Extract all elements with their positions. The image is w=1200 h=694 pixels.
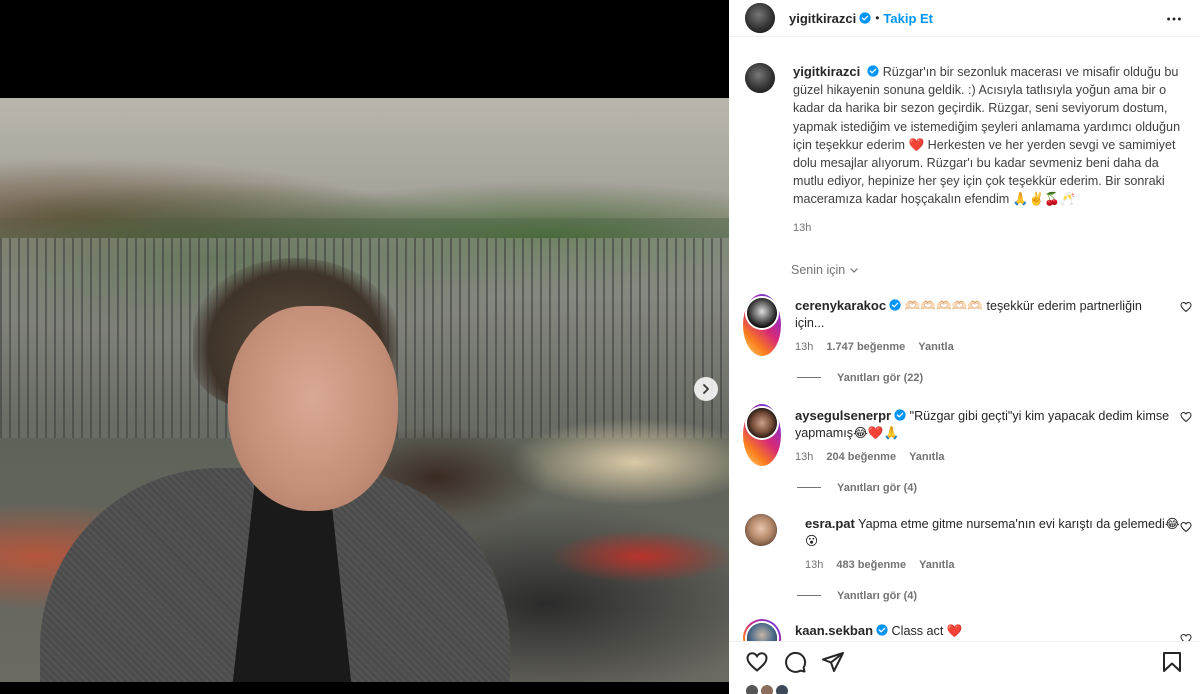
commenter-username[interactable]: esra.pat — [805, 516, 855, 531]
post-photo[interactable] — [0, 98, 729, 682]
comment-item: kaan.sekban Class act ❤️ — [729, 618, 1200, 641]
post-caption: yigitkirazci Rüzgar'ın bir sezonluk mace… — [729, 51, 1200, 237]
liker-avatar — [775, 684, 789, 694]
view-replies-label: Yanıtları gör (4) — [837, 481, 918, 494]
view-replies-button[interactable]: Yanıtları gör (22) — [729, 372, 1200, 384]
next-media-button[interactable] — [694, 377, 718, 401]
comment-time[interactable]: 13h — [795, 339, 813, 356]
commenter-avatar — [745, 405, 779, 440]
heart-outline-icon[interactable] — [1180, 411, 1192, 423]
verified-badge-icon — [876, 624, 888, 636]
comment-item: esra.pat Yapma etme gitme nursema'nın ev… — [729, 513, 1200, 574]
heart-outline-icon[interactable] — [1180, 633, 1192, 641]
caption-emojis: 🙏✌️🍒🥂 — [1012, 192, 1076, 207]
post-header: yigitkirazci • Takip Et — [729, 0, 1200, 37]
heart-outline-icon[interactable] — [1180, 521, 1192, 533]
comment-likes[interactable]: 1.747 beğenme — [826, 339, 905, 356]
comment-time[interactable]: 13h — [795, 449, 813, 466]
commenter-avatar-ring[interactable] — [743, 618, 781, 641]
commenter-username[interactable]: cerenykarakoc — [795, 298, 886, 313]
comments-scroll-area[interactable]: yigitkirazci Rüzgar'ın bir sezonluk mace… — [729, 51, 1200, 641]
chevron-right-icon — [703, 384, 709, 394]
commenter-avatar-wrap[interactable] — [743, 513, 791, 574]
verified-badge-icon — [894, 409, 906, 421]
caption-text: yigitkirazci Rüzgar'ın bir sezonluk mace… — [793, 63, 1183, 237]
liker-avatar — [745, 684, 759, 694]
post-actions-bar — [729, 641, 1200, 694]
post-side-panel: yigitkirazci • Takip Et yigitkirazci Rüz… — [729, 0, 1200, 694]
heart-outline-icon[interactable] — [745, 650, 769, 674]
comment-text: Class act ❤️ — [891, 623, 963, 638]
reply-button[interactable]: Yanıtla — [919, 557, 954, 574]
bookmark-icon[interactable] — [1160, 650, 1184, 674]
commenter-username[interactable]: aysegulsenerpr — [795, 408, 891, 423]
view-replies-button[interactable]: Yanıtları gör (4) — [729, 590, 1200, 602]
follow-button[interactable]: Takip Et — [883, 11, 933, 26]
comment-likes[interactable]: 483 beğenme — [836, 557, 906, 574]
comment-likes[interactable]: 204 beğenme — [826, 449, 896, 466]
commenter-avatar-ring[interactable] — [743, 293, 781, 356]
comment-body: cerenykarakoc 🫶🏻🫶🏻🫶🏻🫶🏻🫶🏻 teşekkür ederim… — [795, 294, 1173, 356]
comment-sort-dropdown[interactable]: Senin için — [729, 237, 1200, 277]
view-replies-label: Yanıtları gör (4) — [837, 589, 918, 602]
verified-badge-icon — [859, 12, 871, 24]
more-options-button[interactable] — [1164, 9, 1184, 29]
verified-badge-icon — [889, 299, 901, 311]
author-username[interactable]: yigitkirazci — [789, 11, 856, 26]
comment-meta: 13h 204 beğenme Yanıtla — [795, 449, 1173, 466]
comment-item: aysegulsenerpr "Rüzgar gibi geçti"yi kim… — [729, 403, 1200, 466]
post-media — [0, 0, 729, 694]
action-icons — [729, 642, 1200, 674]
comment-bubble-icon[interactable] — [783, 650, 807, 674]
author-avatar[interactable] — [745, 63, 775, 93]
comment-text: Yapma etme gitme nursema'nın evi karıştı… — [805, 516, 1180, 548]
replies-divider — [797, 595, 821, 597]
replies-divider — [797, 377, 821, 379]
commenter-avatar — [745, 513, 777, 546]
commenter-avatar — [745, 295, 779, 330]
comment-body: esra.pat Yapma etme gitme nursema'nın ev… — [805, 514, 1183, 574]
likers-preview[interactable] — [729, 674, 1200, 694]
caption-username[interactable]: yigitkirazci — [793, 64, 860, 79]
more-horizontal-icon — [1167, 17, 1181, 21]
comment-body: kaan.sekban Class act ❤️ — [795, 619, 1173, 641]
author-avatar[interactable] — [745, 3, 775, 33]
comment-meta: 13h 1.747 beğenme Yanıtla — [795, 339, 1173, 356]
view-replies-label: Yanıtları gör (22) — [837, 371, 924, 384]
commenter-avatar — [745, 620, 779, 641]
replies-divider — [797, 487, 821, 489]
comment-meta: 13h 483 beğenme Yanıtla — [805, 557, 1183, 574]
view-replies-button[interactable]: Yanıtları gör (4) — [729, 482, 1200, 494]
liker-avatar — [760, 684, 774, 694]
verified-badge-icon — [867, 65, 879, 77]
comment-item: cerenykarakoc 🫶🏻🫶🏻🫶🏻🫶🏻🫶🏻 teşekkür ederim… — [729, 293, 1200, 356]
comment-time[interactable]: 13h — [805, 557, 823, 574]
reply-button[interactable]: Yanıtla — [909, 449, 944, 466]
chevron-down-icon — [850, 267, 859, 273]
reply-button[interactable]: Yanıtla — [918, 339, 953, 356]
commenter-avatar-ring[interactable] — [743, 403, 781, 466]
comment-body: aysegulsenerpr "Rüzgar gibi geçti"yi kim… — [795, 404, 1173, 466]
header-separator: • — [875, 11, 880, 25]
heart-outline-icon[interactable] — [1180, 301, 1192, 313]
comment-sort-label: Senin için — [791, 262, 846, 277]
caption-timestamp[interactable]: 13h — [793, 219, 1183, 237]
photo-subject-face — [228, 306, 398, 511]
caption-heart: ❤️ — [908, 137, 925, 152]
commenter-username[interactable]: kaan.sekban — [795, 623, 873, 638]
paper-plane-icon[interactable] — [821, 650, 845, 674]
